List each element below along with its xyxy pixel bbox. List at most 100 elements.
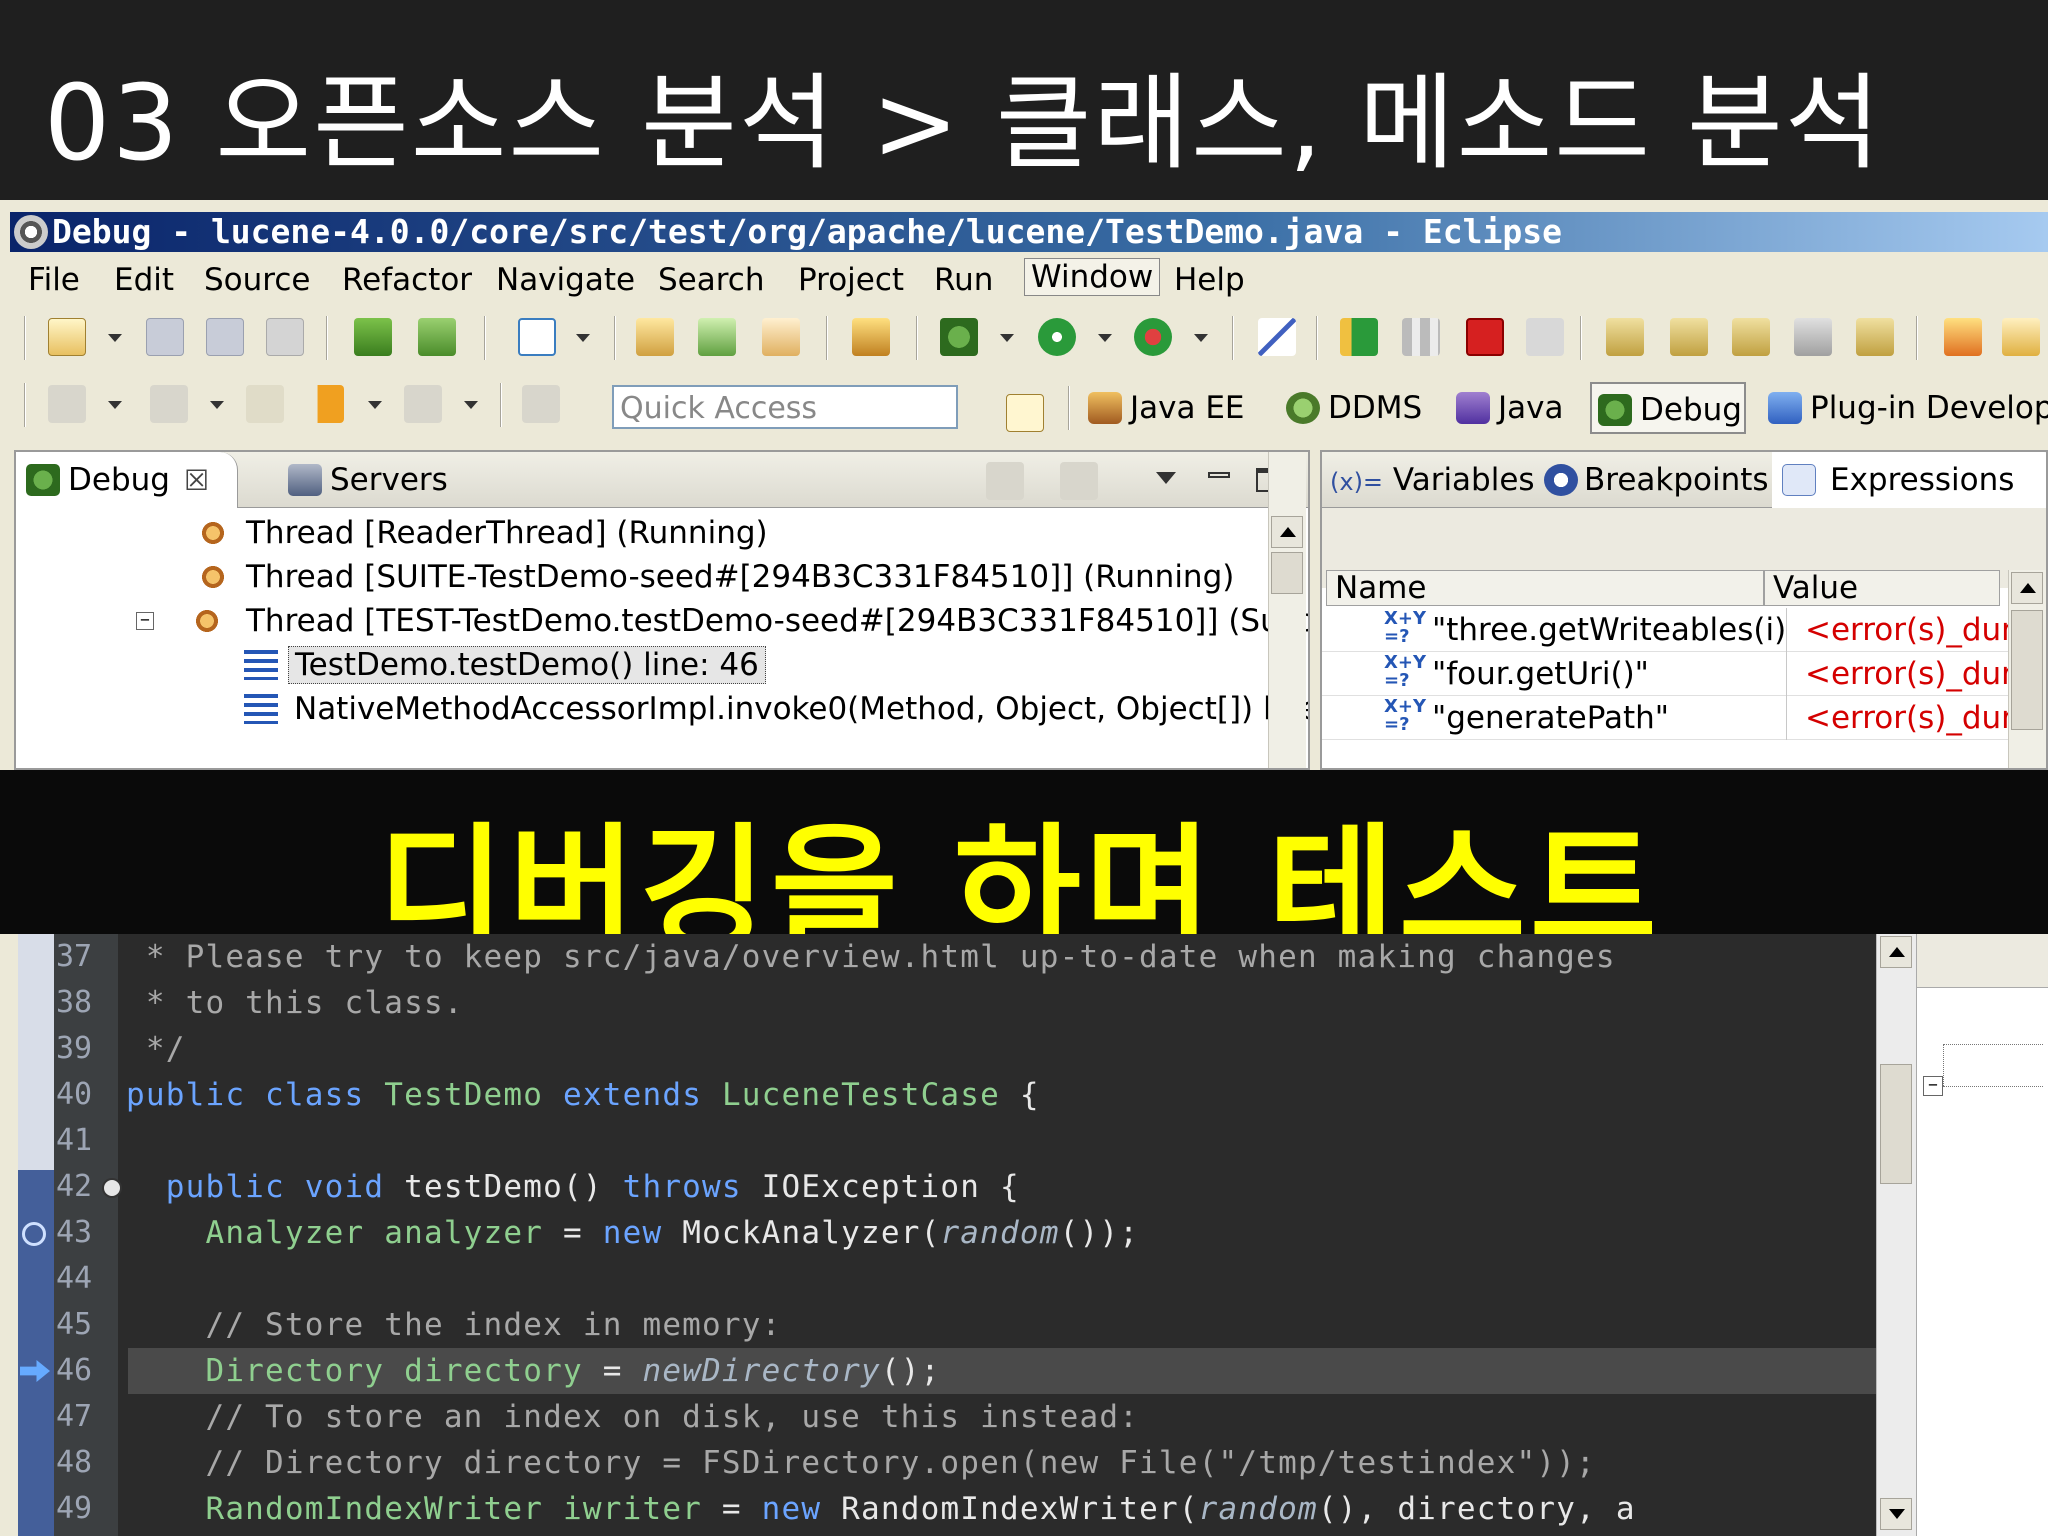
scroll-thumb[interactable]	[1271, 552, 1303, 594]
thread-reader[interactable]: Thread [ReaderThread] (Running)	[142, 512, 1242, 554]
forward-icon[interactable]	[404, 385, 442, 423]
pin-editor-icon[interactable]	[522, 385, 560, 423]
minimize-icon[interactable]	[1208, 472, 1230, 478]
refresh-icon[interactable]	[852, 318, 890, 356]
quick-access-input[interactable]: Quick Access	[612, 385, 958, 429]
editor-scrollbar[interactable]	[1876, 934, 1916, 1536]
perspective-plugin-develop[interactable]: Plug-in Develop	[1762, 382, 2048, 434]
new-class-icon[interactable]	[762, 318, 800, 356]
tab-expressions[interactable]: Expressions	[1772, 452, 2046, 508]
tab-variables[interactable]: (x)= Variables	[1322, 452, 1535, 508]
collapse-icon[interactable]: −	[136, 612, 154, 630]
perspective-java-ee[interactable]: Java EE	[1082, 382, 1245, 434]
expression-row[interactable]: X+Y =? "four.getUri()" <error(s)_durin	[1322, 652, 2046, 696]
breakpoint-icon[interactable]	[22, 1222, 46, 1246]
external-tools-dropdown-icon[interactable]	[1194, 334, 1208, 342]
expression-row[interactable]: X+Y =? "generatePath" <error(s)_durin	[1322, 696, 2046, 740]
android-avd-icon[interactable]	[418, 318, 456, 356]
expression-row[interactable]: X+Y =? "three.getWriteables(i) <error(s)_…	[1322, 608, 2046, 652]
last-edit-icon[interactable]	[48, 385, 86, 423]
menu-navigate[interactable]: Navigate	[496, 262, 635, 298]
perspective-debug[interactable]: Debug	[1590, 382, 1746, 434]
menu-project[interactable]: Project	[798, 262, 904, 298]
scroll-up-button[interactable]	[1271, 516, 1303, 548]
terminate-icon[interactable]	[1466, 318, 1504, 356]
external-tools-icon[interactable]	[1134, 318, 1172, 356]
perspective-ddms[interactable]: DDMS	[1280, 382, 1422, 434]
forward-dropdown-icon[interactable]	[464, 401, 478, 409]
scroll-down-button[interactable]	[1880, 1498, 1912, 1530]
next-annotation-icon[interactable]	[150, 385, 188, 423]
stack-frame[interactable]: NativeMethodAccessorImpl.invoke0(Method,…	[230, 688, 1308, 730]
step-return-icon[interactable]	[1732, 318, 1770, 356]
android-sdk-icon[interactable]	[354, 318, 392, 356]
watch-expression-icon: X+Y =?	[1384, 652, 1426, 691]
expressions-scrollbar[interactable]	[2008, 570, 2046, 768]
menu-refactor[interactable]: Refactor	[342, 262, 472, 298]
new-dropdown-icon[interactable]	[108, 334, 122, 342]
suspend-icon[interactable]	[1402, 318, 1440, 356]
save-all-icon[interactable]	[206, 318, 244, 356]
junit-icon[interactable]	[698, 318, 736, 356]
thread-suite[interactable]: Thread [SUITE-TestDemo-seed#[294B3C331F8…	[142, 556, 1242, 598]
menu-search[interactable]: Search	[658, 262, 765, 298]
run-icon[interactable]	[1038, 318, 1076, 356]
print-icon[interactable]	[266, 318, 304, 356]
menu-source[interactable]: Source	[204, 262, 310, 298]
toolbar-separator	[1580, 316, 1582, 360]
open-perspective-button-icon[interactable]	[1006, 394, 1044, 432]
skip-breakpoints-icon[interactable]	[1258, 318, 1296, 356]
step-filters-icon[interactable]	[1856, 318, 1894, 356]
menu-file[interactable]: File	[28, 262, 80, 298]
column-name[interactable]: Name	[1326, 570, 1764, 606]
back-icon[interactable]	[306, 385, 344, 423]
slide-title: 03 오픈소스 분석 > 클래스, 메소드 분석	[44, 62, 1883, 184]
step-into-icon[interactable]	[1606, 318, 1644, 356]
tab-servers[interactable]: Servers	[278, 452, 448, 508]
close-icon[interactable]: ☒	[184, 464, 209, 497]
scroll-thumb[interactable]	[2011, 610, 2043, 730]
open-perspective-icon[interactable]	[1944, 318, 1982, 356]
window-titlebar[interactable]: Debug - lucene-4.0.0/core/src/test/org/a…	[10, 212, 2048, 252]
scroll-thumb[interactable]	[1880, 1064, 1912, 1184]
tab-debug[interactable]: Debug ☒	[16, 452, 238, 508]
debug-dropdown-icon[interactable]	[1000, 334, 1014, 342]
new-icon[interactable]	[48, 318, 86, 356]
prev-annotation-icon[interactable]	[246, 385, 284, 423]
debug-view-scrollbar[interactable]	[1268, 452, 1306, 768]
resume-icon[interactable]	[1340, 318, 1378, 356]
drop-to-frame-icon[interactable]	[1794, 318, 1832, 356]
column-value[interactable]: Value	[1764, 570, 2000, 606]
step-over-icon[interactable]	[1670, 318, 1708, 356]
view-settings-icon[interactable]	[1060, 462, 1098, 500]
code-line: * Please try to keep src/java/overview.h…	[126, 939, 1616, 975]
scroll-up-button[interactable]	[1880, 936, 1912, 968]
menu-help[interactable]: Help	[1174, 262, 1245, 298]
scroll-up-button[interactable]	[2011, 572, 2043, 604]
tab-breakpoints[interactable]: Breakpoints	[1534, 452, 1769, 508]
run-dropdown-icon[interactable]	[1098, 334, 1112, 342]
menu-window[interactable]: Window	[1024, 258, 1161, 296]
remove-terminated-icon[interactable]	[986, 462, 1024, 500]
perspective-java[interactable]: Java	[1450, 382, 1563, 434]
line-number: 43	[56, 1215, 93, 1250]
menu-edit[interactable]: Edit	[114, 262, 174, 298]
task-dropdown-icon[interactable]	[576, 334, 590, 342]
collapse-icon[interactable]: −	[1923, 1076, 1943, 1096]
code-editor[interactable]: 37 38 39 40 41 42 43 44 45 46 47 48 49 *…	[18, 934, 1878, 1536]
debug-icon[interactable]	[940, 318, 978, 356]
disconnect-icon[interactable]	[1526, 318, 1564, 356]
back-dropdown-icon[interactable]	[368, 401, 382, 409]
next-annotation-dropdown-icon[interactable]	[210, 401, 224, 409]
stack-frame-selected[interactable]: TestDemo.testDemo() line: 46	[230, 644, 1250, 686]
folder-icon[interactable]	[2002, 318, 2040, 356]
stack-frame-icon	[244, 694, 278, 724]
view-menu-icon[interactable]	[1156, 472, 1176, 484]
open-type-icon[interactable]	[636, 318, 674, 356]
menu-run[interactable]: Run	[934, 262, 993, 298]
collapse-icon[interactable]	[102, 1178, 122, 1198]
last-edit-dropdown-icon[interactable]	[108, 401, 122, 409]
save-icon[interactable]	[146, 318, 184, 356]
thread-test-suspended[interactable]: − Thread [TEST-TestDemo.testDemo-seed#[2…	[136, 600, 1308, 642]
task-check-icon[interactable]	[518, 318, 556, 356]
